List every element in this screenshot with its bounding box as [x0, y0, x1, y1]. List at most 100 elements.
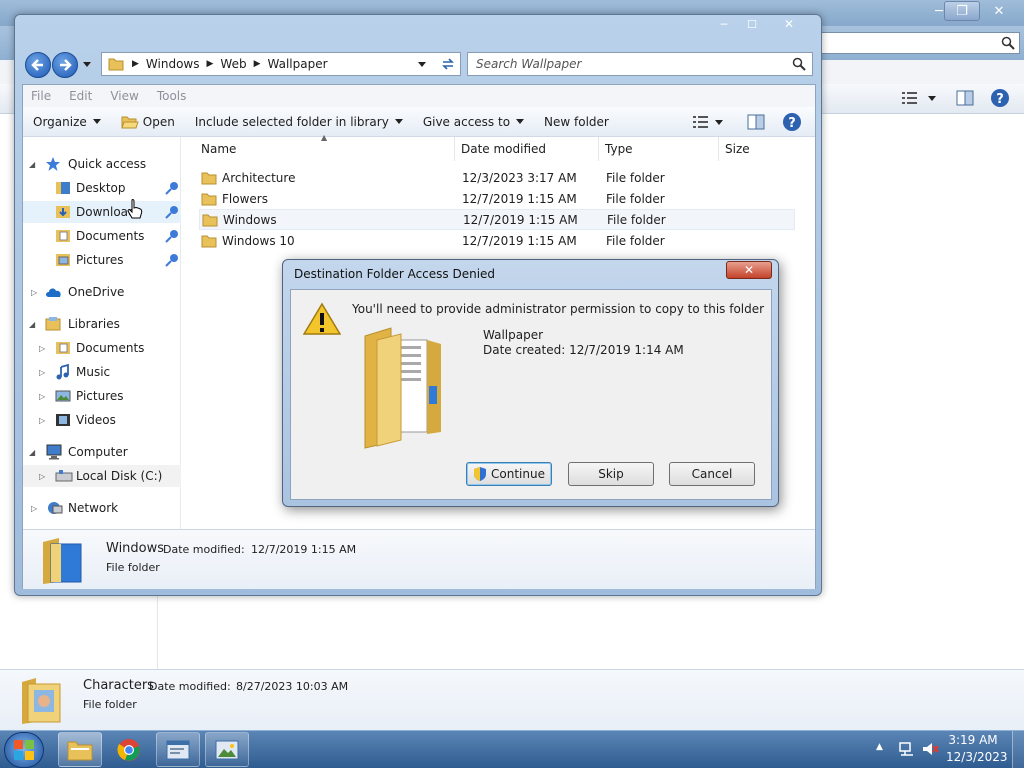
- minimize-button[interactable]: ─: [711, 15, 737, 33]
- menu-file[interactable]: File: [31, 89, 51, 103]
- folder-icon: [201, 193, 217, 205]
- bg-restore-button[interactable]: ❐: [944, 1, 980, 21]
- collapsed-arrow-icon[interactable]: ▷: [31, 504, 37, 513]
- nav-item-lib-documents[interactable]: ▷ Documents: [23, 337, 181, 359]
- organize-label: Organize: [33, 114, 87, 129]
- open-button[interactable]: Open: [111, 109, 185, 135]
- help-icon[interactable]: ?: [782, 112, 802, 132]
- nav-item-lib-pictures[interactable]: ▷ Pictures: [23, 385, 181, 407]
- breadcrumb-separator-icon[interactable]: ▶: [207, 59, 214, 69]
- pin-icon[interactable]: [165, 205, 179, 219]
- nav-item-quick-access[interactable]: ◢ Quick access: [23, 153, 181, 175]
- include-label: Include selected folder in library: [194, 114, 389, 129]
- close-button[interactable]: ✕: [767, 15, 811, 33]
- collapsed-arrow-icon[interactable]: ▷: [39, 392, 45, 401]
- column-header-type-label: Type: [605, 142, 633, 156]
- nav-item-local-disk[interactable]: ▷ Local Disk (C:): [23, 465, 181, 487]
- table-row[interactable]: Windows 12/7/2019 1:15 AM File folder: [199, 209, 795, 230]
- view-options-icon[interactable]: [902, 91, 918, 105]
- pin-icon[interactable]: [165, 181, 179, 195]
- menu-tools[interactable]: Tools: [157, 89, 187, 103]
- include-in-library-button[interactable]: Include selected folder in library: [185, 109, 413, 135]
- nav-item-pictures[interactable]: Pictures: [23, 249, 181, 271]
- bg-detail-date-value: 8/27/2023 10:03 AM: [236, 680, 349, 693]
- nav-item-computer[interactable]: ◢ Computer: [23, 441, 181, 463]
- start-button[interactable]: [4, 732, 44, 768]
- breadcrumb-item-web[interactable]: Web: [220, 57, 246, 71]
- expanded-arrow-icon[interactable]: ◢: [29, 320, 35, 329]
- taskbar-chrome-button[interactable]: [107, 732, 151, 767]
- table-row[interactable]: Architecture 12/3/2023 3:17 AM File fold…: [199, 167, 795, 188]
- help-icon[interactable]: ?: [990, 88, 1010, 108]
- show-hidden-icons-icon[interactable]: ▲: [876, 742, 883, 752]
- nav-item-downloads[interactable]: Downloads: [23, 199, 181, 223]
- action-center-icon[interactable]: [898, 741, 916, 757]
- maximize-button[interactable]: ☐: [739, 15, 765, 33]
- breadcrumb-separator-icon[interactable]: ▶: [254, 59, 261, 69]
- menu-bar: File Edit View Tools: [23, 85, 815, 107]
- continue-label: Continue: [491, 467, 545, 481]
- pictures-folder-icon: [56, 254, 70, 266]
- preview-pane-icon[interactable]: [747, 113, 765, 131]
- nav-item-desktop[interactable]: Desktop: [23, 177, 181, 199]
- view-options-icon[interactable]: [693, 116, 709, 129]
- collapsed-arrow-icon[interactable]: ▷: [39, 368, 45, 377]
- nav-item-lib-music[interactable]: ▷ Music: [23, 361, 181, 383]
- nav-item-libraries[interactable]: ◢ Libraries: [23, 313, 181, 335]
- nav-item-network[interactable]: ▷ Network: [23, 497, 181, 519]
- folder-icon: [364, 327, 441, 449]
- breadcrumb-separator-icon[interactable]: ▶: [132, 59, 139, 69]
- column-header-name[interactable]: Name: [195, 137, 455, 161]
- bg-close-button[interactable]: ✕: [982, 1, 1016, 21]
- expanded-arrow-icon[interactable]: ◢: [29, 160, 35, 169]
- address-bar[interactable]: ▶ Windows ▶ Web ▶ Wallpaper: [101, 52, 461, 76]
- file-type: File folder: [607, 212, 666, 227]
- recent-locations-icon[interactable]: [83, 62, 91, 67]
- preview-pane-icon[interactable]: [956, 89, 974, 107]
- desktop-folder-icon: [56, 182, 70, 194]
- column-header-size[interactable]: Size: [719, 137, 815, 161]
- dialog-date-created: Date created: 12/7/2019 1:14 AM: [483, 343, 684, 357]
- clock-time[interactable]: 3:19 AM: [946, 733, 1000, 747]
- give-access-button[interactable]: Give access to: [413, 109, 534, 135]
- volume-muted-icon[interactable]: [922, 741, 940, 757]
- collapsed-arrow-icon[interactable]: ▷: [31, 288, 37, 297]
- menu-edit[interactable]: Edit: [69, 89, 92, 103]
- file-date: 12/7/2019 1:15 AM: [462, 191, 577, 206]
- collapsed-arrow-icon[interactable]: ▷: [39, 344, 45, 353]
- taskbar-explorer-button[interactable]: [58, 732, 102, 767]
- skip-button[interactable]: Skip: [568, 462, 654, 486]
- expanded-arrow-icon[interactable]: ◢: [29, 448, 35, 457]
- collapsed-arrow-icon[interactable]: ▷: [39, 472, 45, 481]
- nav-item-documents[interactable]: Documents: [23, 225, 181, 247]
- table-row[interactable]: Windows 10 12/7/2019 1:15 AM File folder: [199, 230, 795, 251]
- organize-button[interactable]: Organize: [23, 109, 111, 135]
- address-dropdown-icon[interactable]: [418, 62, 426, 67]
- clock-date[interactable]: 12/3/2023: [946, 750, 1008, 764]
- taskbar-app-button[interactable]: [156, 732, 200, 767]
- new-folder-button[interactable]: New folder: [534, 109, 619, 135]
- column-header-date[interactable]: Date modified: [455, 137, 599, 161]
- nav-item-onedrive[interactable]: ▷ OneDrive: [23, 281, 181, 303]
- file-type: File folder: [606, 170, 665, 185]
- column-header-type[interactable]: Type: [599, 137, 719, 161]
- dialog-close-button[interactable]: ✕: [726, 261, 772, 279]
- pin-icon[interactable]: [165, 253, 179, 267]
- collapsed-arrow-icon[interactable]: ▷: [39, 416, 45, 425]
- refresh-icon[interactable]: [440, 56, 456, 72]
- view-dropdown-icon[interactable]: [928, 96, 936, 101]
- breadcrumb-item-wallpaper[interactable]: Wallpaper: [268, 57, 328, 71]
- back-button[interactable]: [25, 52, 51, 78]
- menu-view[interactable]: View: [110, 89, 138, 103]
- search-input[interactable]: Search Wallpaper: [467, 52, 813, 76]
- cancel-button[interactable]: Cancel: [669, 462, 755, 486]
- forward-button[interactable]: [52, 52, 78, 78]
- continue-button[interactable]: Continue: [466, 462, 552, 486]
- pin-icon[interactable]: [165, 229, 179, 243]
- view-dropdown-icon[interactable]: [715, 120, 723, 125]
- nav-item-lib-videos[interactable]: ▷ Videos: [23, 409, 181, 431]
- taskbar-image-viewer-button[interactable]: [205, 732, 249, 767]
- table-row[interactable]: Flowers 12/7/2019 1:15 AM File folder: [199, 188, 795, 209]
- show-desktop-button[interactable]: [1012, 731, 1024, 768]
- breadcrumb-item-windows[interactable]: Windows: [146, 57, 200, 71]
